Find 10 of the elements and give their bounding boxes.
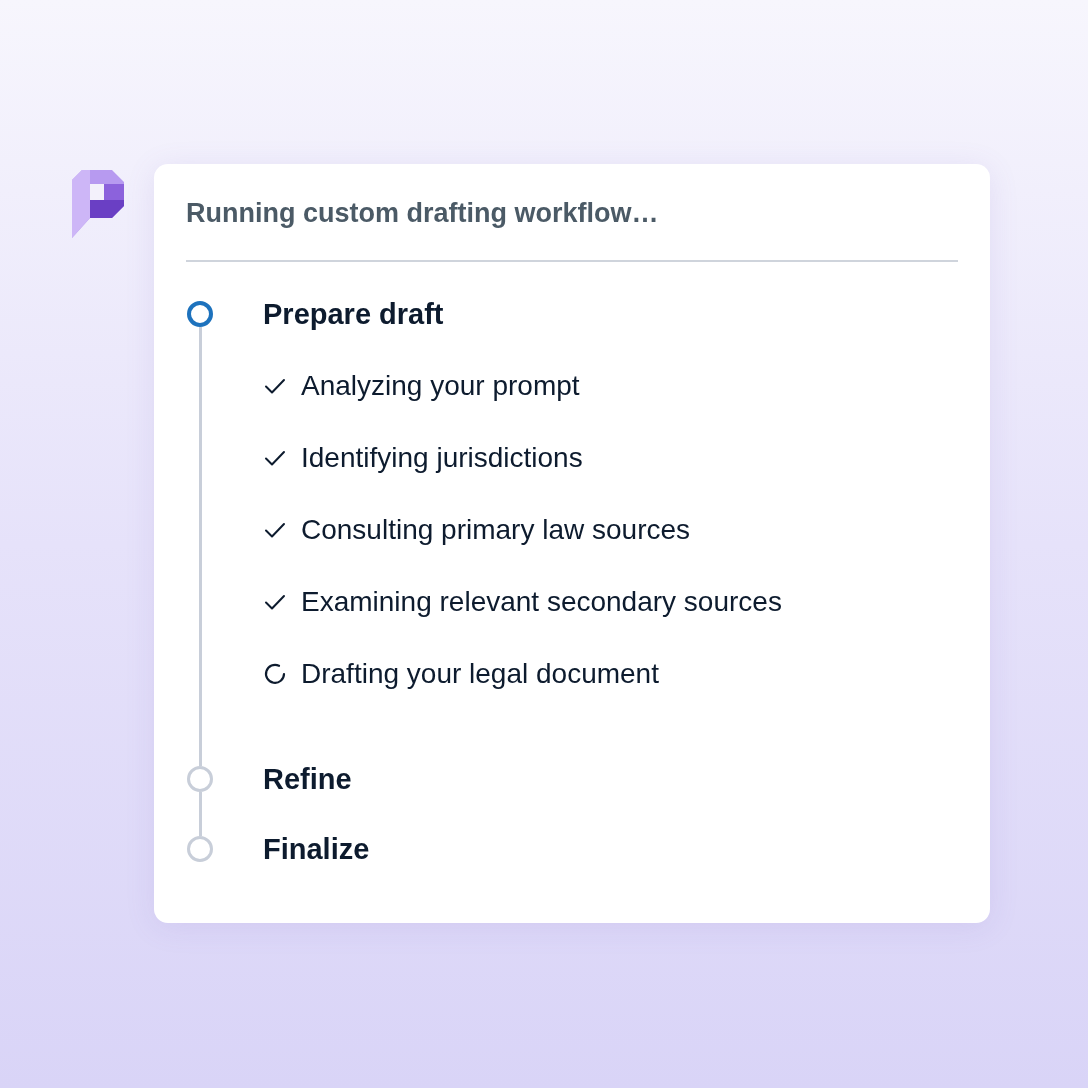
stage-title: Finalize: [263, 832, 371, 867]
step-text: Examining relevant secondary sources: [301, 586, 782, 618]
step-text: Analyzing your prompt: [301, 370, 580, 402]
stage-title: Refine: [263, 762, 353, 797]
step-text: Identifying jurisdictions: [301, 442, 583, 474]
logo-icon: [72, 170, 124, 238]
card-title: Running custom drafting workflow…: [186, 197, 660, 230]
step-text: Consulting primary law sources: [301, 514, 691, 546]
step-text: Drafting your legal document: [301, 658, 659, 690]
stage-title: Prepare draft: [263, 297, 445, 332]
